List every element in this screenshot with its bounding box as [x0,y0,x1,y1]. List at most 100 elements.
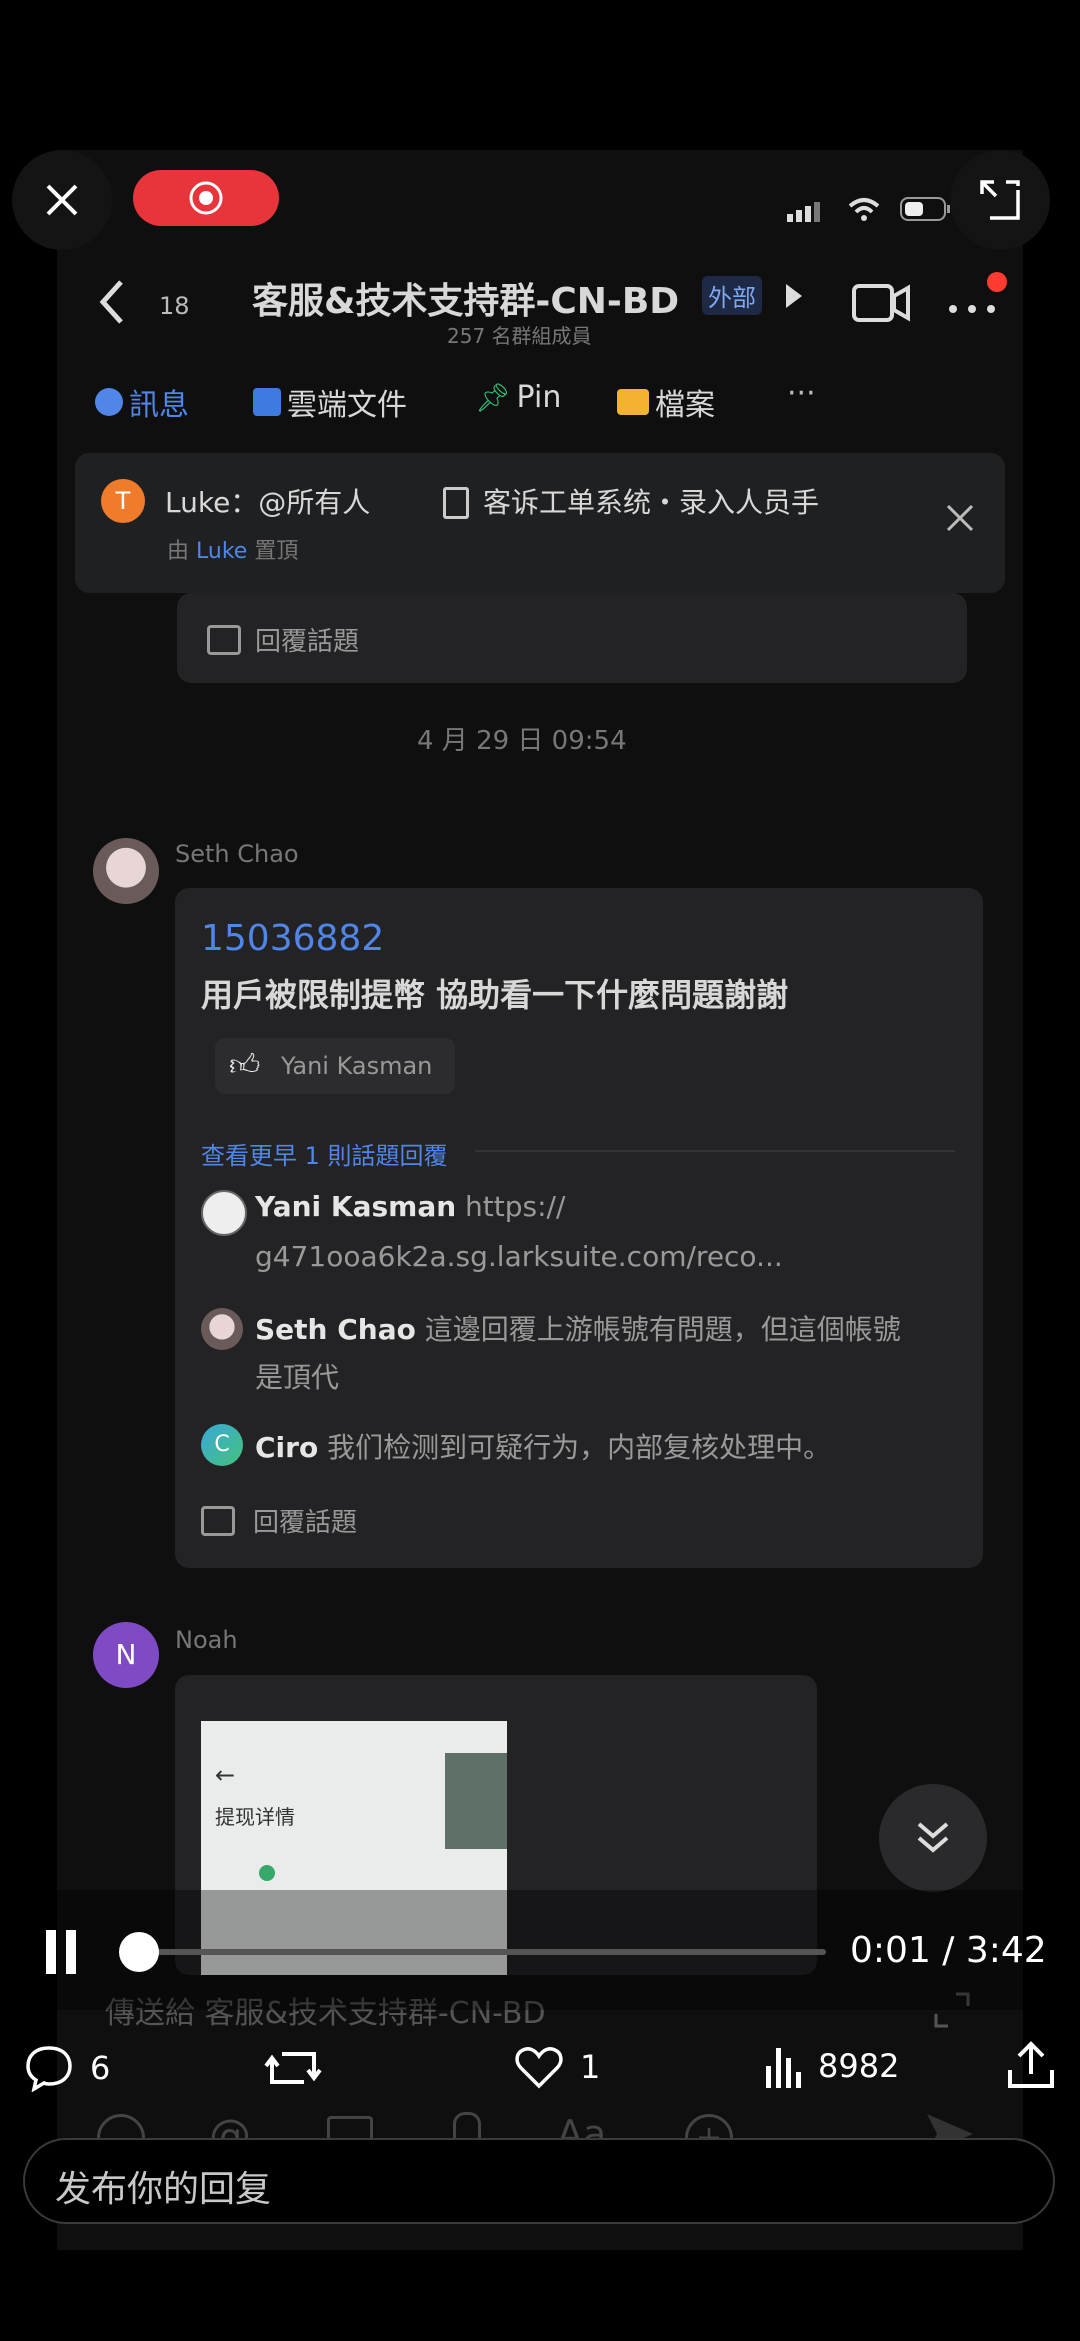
reply-text[interactable]: https:// [465,1190,565,1223]
thumb-title: 提现详情 [215,1805,295,1829]
noah-avatar[interactable]: N [93,1622,159,1688]
notification-dot [987,272,1007,292]
record-indicator[interactable] [133,170,279,226]
thumb-back-arrow: ← [215,1761,236,1789]
reply-text: 這邊回覆上游帳號有問題，但這個帳號 [424,1313,901,1346]
time-display: 0:01 / 3:42 [850,1930,1047,1971]
ciro-avatar: C [201,1424,243,1466]
document-icon [443,487,469,519]
double-chevron-down-icon [917,1822,949,1853]
chevron-right-icon[interactable] [784,282,804,314]
tab-label: Pin [516,380,562,415]
reply-input-placeholder: 发布你的回复 [55,2169,272,2210]
like-count: 1 [580,2048,601,2086]
tab-pin[interactable]: 📌︎ Pin [475,380,561,415]
pause-icon [46,1930,56,1974]
time-total: 3:42 [965,1930,1047,1971]
seth-chao-small-avatar [201,1308,243,1350]
unread-count: 18 [159,292,190,320]
pinned-banner[interactable]: T Luke：@所有人 客诉工单系统・录入人员手 由 Luke 置頂 [75,453,1005,593]
seth-chao-avatar[interactable] [93,838,159,904]
pause-button[interactable] [42,1930,82,1974]
previous-message-card: 回覆話題 [177,593,967,683]
exit-fullscreen-button[interactable] [950,150,1050,250]
heart-icon [515,2047,563,2089]
reaction-user: Yani Kasman [281,1052,433,1080]
back-button[interactable] [97,278,127,330]
views-button[interactable]: 8982 [764,2044,899,2088]
reply-name: Seth Chao [255,1313,416,1346]
reply-icon [201,1506,235,1536]
date-divider: 4 月 29 日 09:54 [417,726,627,756]
share-button[interactable] [1006,2040,1056,2096]
battery-icon [900,196,952,226]
group-title: 客服&技术支持群-CN-BD [252,281,680,322]
thumbs-up-icon: 👍︎ [229,1048,261,1083]
repost-icon [264,2052,322,2084]
pinned-doc-title[interactable]: 客诉工单系统・录入人员手 [483,481,819,521]
pinned-author: Luke：@所有人 [165,486,371,519]
reply-name: Ciro [255,1431,319,1464]
tab-label: 訊息 [129,388,189,423]
tab-label: 雲端文件 [287,388,407,423]
tab-files[interactable]: 檔案 [617,380,715,424]
divider [475,1150,955,1152]
pinned-by-suffix: 置頂 [254,539,299,564]
message-icon [95,388,123,416]
docs-icon [253,388,281,416]
pinned-by-name: Luke [196,539,248,564]
close-button[interactable] [12,150,112,250]
pin-icon: 📌︎ [475,381,511,414]
reply-topic-button[interactable]: 回覆話題 [253,1502,357,1539]
comment-count: 6 [90,2049,111,2087]
comments-button[interactable]: 6 [24,2044,110,2092]
tab-more[interactable]: ··· [787,376,816,411]
thread-card[interactable]: 15036882 用戶被限制提幣 協助看一下什麼問題謝謝 👍︎ Yani Kas… [175,888,983,1568]
share-icon [1008,2041,1054,2088]
reply-text: 我们检测到可疑行为，内部复核处理中。 [327,1431,832,1464]
reply-input[interactable]: 发布你的回复 [23,2138,1055,2224]
reply-icon [207,625,241,655]
close-icon [46,184,78,216]
exit-fullscreen-icon [980,180,1020,220]
time-current: 0:01 [850,1930,931,1971]
more-menu-icon[interactable] [947,300,997,319]
sender-name: Noah [175,1626,238,1654]
reply-row: Ciro 我们检测到可疑行为，内部复核处理中。 [255,1426,831,1466]
tab-messages[interactable]: 訊息 [95,380,189,424]
thumb-side-panel [445,1753,507,1849]
video-call-icon[interactable] [852,280,910,330]
thread-message: 用戶被限制提幣 協助看一下什麼問題謝謝 [201,976,789,1014]
pause-icon-bar [66,1930,76,1974]
scroll-to-bottom-button[interactable] [879,1784,987,1892]
view-count: 8982 [818,2047,900,2085]
time-separator: / [930,1930,966,1971]
yani-kasman-avatar [201,1190,247,1236]
luke-avatar: T [101,479,145,523]
like-button[interactable]: 1 [514,2044,600,2090]
comment-icon [26,2046,72,2092]
progress-track[interactable] [136,1949,826,1955]
wifi-icon [847,196,881,226]
sender-name: Seth Chao [175,840,299,868]
reply-text-cont: 是頂代 [255,1361,340,1394]
reply-topic-button[interactable]: 回覆話題 [255,621,359,658]
close-pinned-icon[interactable] [945,503,975,537]
view-earlier-replies-link[interactable]: 查看更早 1 則話題回覆 [201,1136,448,1171]
external-badge: 外部 [702,276,762,315]
signal-icon [787,200,823,226]
tab-cloud-docs[interactable]: 雲端文件 [253,380,407,424]
member-count: 257 名群組成員 [447,324,592,348]
reply-name: Yani Kasman [255,1190,457,1223]
pinned-by-prefix: 由 [167,539,190,564]
repost-button[interactable] [264,2044,322,2096]
reply-row: Yani Kasman https:// [255,1190,565,1223]
pinned-by: 由 Luke 置頂 [167,533,298,565]
tab-label: 檔案 [655,388,715,423]
reaction-chip[interactable]: 👍︎ Yani Kasman [215,1038,455,1094]
thread-id-link[interactable]: 15036882 [201,918,384,959]
views-icon [766,2048,801,2088]
reply-link[interactable]: g471ooa6k2a.sg.larksuite.com/reco... [255,1240,783,1273]
reply-row: Seth Chao 這邊回覆上游帳號有問題，但這個帳號 [255,1308,901,1348]
folder-icon [617,389,649,415]
